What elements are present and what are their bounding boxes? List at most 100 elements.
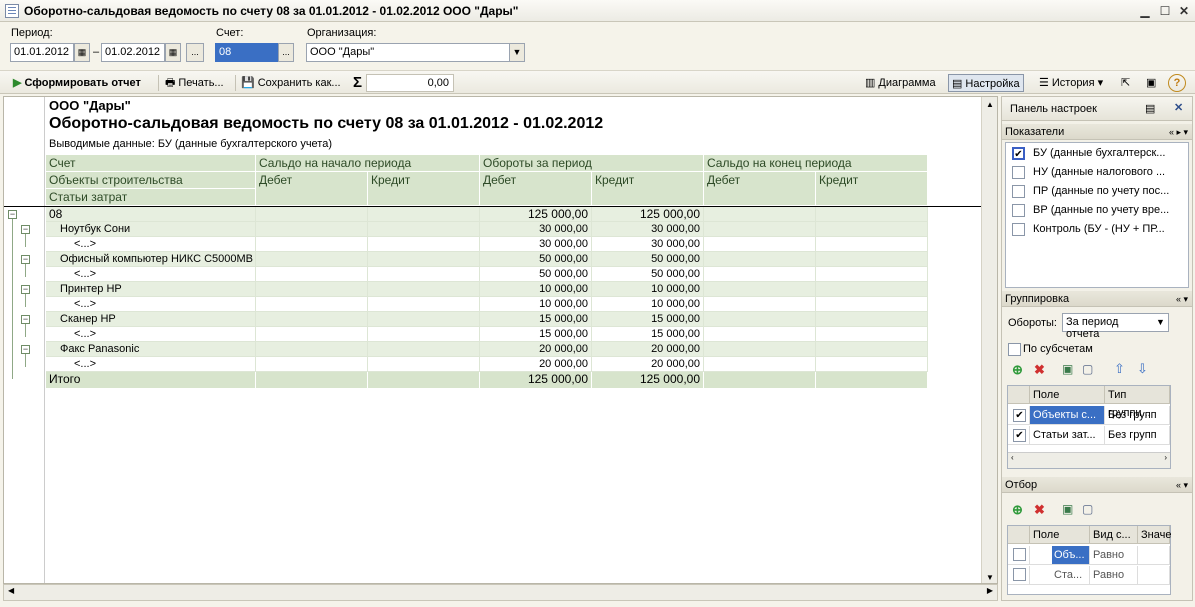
table-cell — [704, 282, 816, 297]
filter-checkbox[interactable] — [1013, 568, 1026, 581]
collapse-icon[interactable]: − — [21, 345, 30, 354]
grouping-field[interactable]: Статьи зат... — [1030, 426, 1105, 445]
settings-button[interactable]: ▤ Настройка — [948, 74, 1024, 92]
check-all-icon[interactable]: ▣ — [1062, 502, 1073, 516]
grouping-checkbox[interactable]: ✔ — [1013, 409, 1026, 422]
section-nav-icon[interactable]: « ▸ ▾ — [1169, 124, 1188, 140]
history-button[interactable]: ☰ История ▾ — [1036, 74, 1106, 92]
grouping-hscroll[interactable]: ‹ › — [1008, 452, 1170, 468]
indicator-checkbox[interactable] — [1012, 185, 1025, 198]
table-cell — [368, 207, 480, 222]
grouping-row-check: ✔ — [1008, 426, 1030, 445]
period-label: Период: — [11, 27, 53, 39]
scroll-up-arrow[interactable]: ▲ — [982, 100, 997, 109]
check-all-icon[interactable]: ▣ — [1062, 362, 1073, 376]
filter-kind[interactable]: Равно — [1090, 566, 1138, 585]
collapse-icon[interactable]: − — [8, 210, 17, 219]
period-from-field[interactable]: 01.01.2012 — [10, 43, 74, 62]
scroll-right-arrow[interactable]: ▶ — [987, 586, 993, 595]
delete-icon[interactable]: ✖ — [1034, 362, 1045, 378]
collapse-icon[interactable]: − — [21, 255, 30, 264]
account-select-button[interactable]: ... — [278, 43, 294, 62]
scroll-left-arrow[interactable]: ◀ — [8, 586, 14, 595]
table-cell — [368, 342, 480, 357]
calendar-to-button[interactable]: ▦ — [165, 43, 181, 62]
filter-field[interactable]: Ста... — [1030, 566, 1090, 585]
panel-options-icon[interactable]: ▤ — [1145, 102, 1155, 115]
grouping-type[interactable]: Без групп — [1105, 426, 1170, 445]
export-icon[interactable]: ⇱ — [1118, 74, 1133, 92]
table-cell — [816, 222, 928, 237]
filter-value[interactable] — [1138, 546, 1170, 565]
report-document: ООО "Дары" Оборотно-сальдовая ведомость … — [3, 96, 998, 584]
account-field[interactable]: 08 — [215, 43, 278, 62]
scroll-down-arrow[interactable]: ▼ — [982, 573, 997, 582]
period-select-button[interactable]: ... — [186, 43, 204, 62]
indicator-checkbox[interactable] — [1012, 223, 1025, 236]
collapse-icon[interactable]: − — [21, 285, 30, 294]
org-dropdown-button[interactable]: ▼ — [509, 43, 525, 62]
collapse-icon[interactable]: − — [21, 225, 30, 234]
move-down-icon[interactable]: ⇩ — [1137, 361, 1148, 377]
toolbar-separator — [158, 75, 159, 91]
turnover-select[interactable]: За период отчета — [1062, 313, 1169, 340]
close-button[interactable]: ✕ — [1176, 3, 1192, 19]
print-button[interactable]: 🖶 Печать... — [162, 74, 227, 92]
table-cell: 15 000,00 — [480, 327, 592, 342]
table-cell — [368, 327, 480, 342]
scroll-left-arrow[interactable]: ‹ — [1011, 453, 1014, 462]
indicators-section-header[interactable]: Показатели « ▸ ▾ — [1002, 124, 1192, 140]
maximize-button[interactable]: ☐ — [1157, 3, 1173, 19]
filter-field[interactable]: Объ... — [1030, 546, 1090, 565]
filter-checkbox[interactable] — [1013, 548, 1026, 561]
header-credit: Кредит — [592, 172, 704, 206]
grouping-type[interactable]: Без групп — [1105, 406, 1170, 425]
generate-report-button[interactable]: ▶ Сформировать отчет — [10, 74, 144, 92]
diagram-button[interactable]: ▥ Диаграмма — [862, 74, 939, 92]
indicator-checkbox[interactable] — [1012, 204, 1025, 217]
section-nav-icon[interactable]: « ▾ — [1176, 477, 1188, 493]
delete-icon[interactable]: ✖ — [1034, 502, 1045, 518]
move-up-icon[interactable]: ⇧ — [1114, 361, 1125, 377]
table-cell — [368, 222, 480, 237]
org-field[interactable]: ООО "Дары" — [306, 43, 510, 62]
panel-close-icon[interactable]: ✕ — [1174, 101, 1183, 114]
save-settings-icon[interactable]: ▣ — [1143, 74, 1159, 92]
table-cell — [816, 342, 928, 357]
filter-row-check — [1008, 546, 1030, 565]
filter-kind[interactable]: Равно — [1090, 546, 1138, 565]
uncheck-all-icon[interactable]: ▢ — [1082, 502, 1093, 516]
horizontal-scrollbar[interactable]: ◀ ▶ — [3, 584, 998, 601]
collapse-icon[interactable]: − — [21, 315, 30, 324]
save-as-button[interactable]: 💾 Сохранить как... — [238, 74, 344, 92]
grouping-field[interactable]: Объекты с... — [1030, 406, 1105, 425]
section-nav-icon[interactable]: « ▾ — [1176, 291, 1188, 307]
grouping-section-header[interactable]: Группировка « ▾ — [1002, 291, 1192, 307]
table-cell — [256, 282, 368, 297]
subaccounts-checkbox[interactable] — [1008, 343, 1021, 356]
grouping-checkbox[interactable]: ✔ — [1013, 429, 1026, 442]
uncheck-all-icon[interactable]: ▢ — [1082, 362, 1093, 376]
calendar-from-button[interactable]: ▦ — [74, 43, 90, 62]
filter-value[interactable] — [1138, 566, 1170, 585]
indicator-checkbox[interactable] — [1012, 166, 1025, 179]
filter-section-header[interactable]: Отбор « ▾ — [1002, 477, 1192, 493]
table-cell — [256, 222, 368, 237]
vertical-scrollbar[interactable]: ▲ ▼ — [981, 97, 997, 583]
total-cell — [816, 372, 928, 388]
scroll-right-arrow[interactable]: › — [1164, 453, 1167, 462]
table-cell — [704, 357, 816, 372]
indicator-checkbox[interactable]: ✔ — [1012, 147, 1025, 160]
help-icon[interactable]: ? — [1168, 74, 1186, 92]
filter-col-value: Значе — [1138, 526, 1171, 544]
table-cell: 20 000,00 — [592, 342, 704, 357]
add-icon[interactable]: ⊕ — [1012, 362, 1023, 378]
minimize-button[interactable]: ▁ — [1137, 3, 1153, 19]
calendar-icon: ▦ — [168, 47, 178, 57]
turnover-label: Обороты: — [1008, 317, 1057, 329]
period-to-field[interactable]: 01.02.2012 — [101, 43, 165, 62]
table-cell: 50 000,00 — [480, 267, 592, 282]
header-debit: Дебет — [256, 172, 368, 206]
add-icon[interactable]: ⊕ — [1012, 502, 1023, 518]
table-cell: 50 000,00 — [592, 252, 704, 267]
